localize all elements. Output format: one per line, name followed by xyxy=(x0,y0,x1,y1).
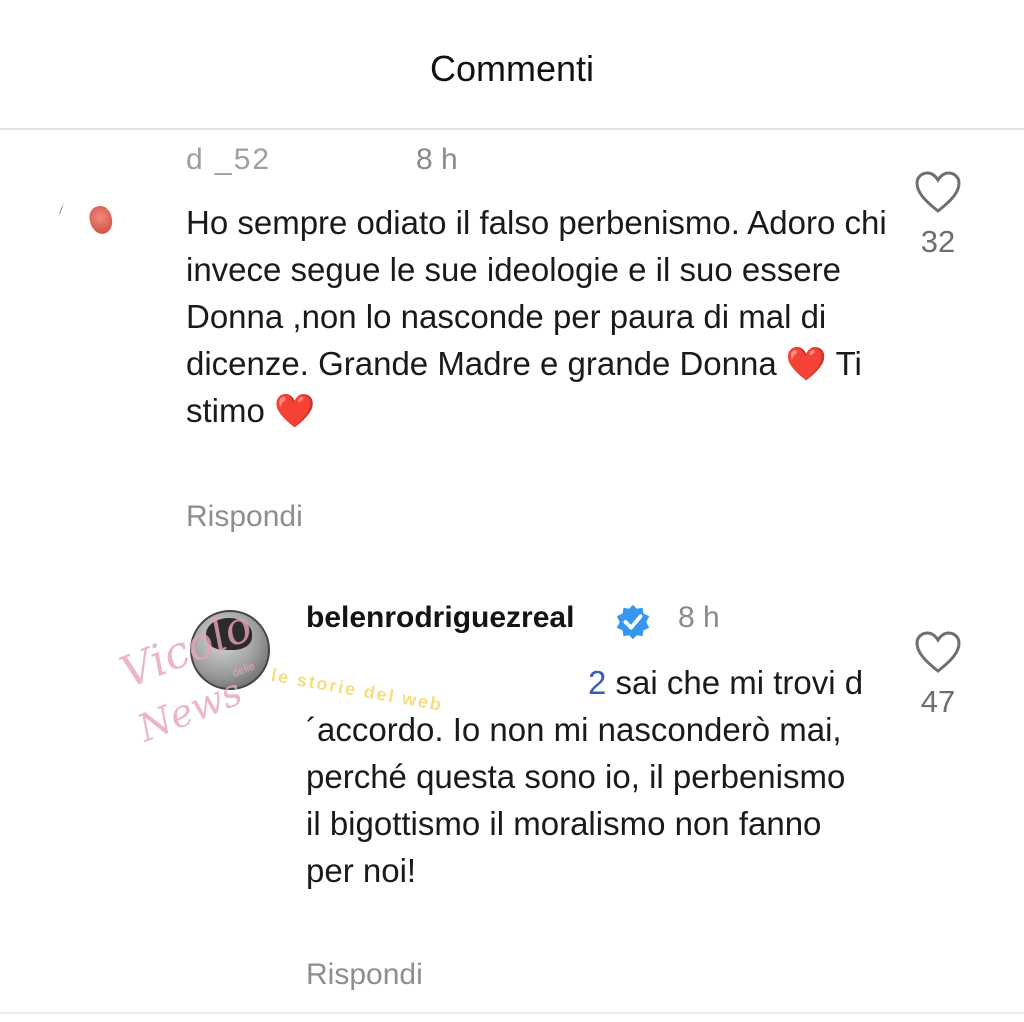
page-title: Commenti xyxy=(429,48,595,89)
verified-badge-icon xyxy=(616,604,650,640)
divider xyxy=(0,1012,1024,1014)
comment-username[interactable]: belenrodriguezreal xyxy=(306,601,574,635)
comment-body: Ho sempre odiato il falso perbenismo. Ad… xyxy=(186,204,887,382)
heart-outline-icon xyxy=(915,631,961,673)
comment-timestamp: 8 h xyxy=(678,601,720,634)
red-heart-emoji-icon: ❤️ xyxy=(274,392,316,429)
avatar[interactable] xyxy=(58,182,144,268)
red-heart-emoji-icon: ❤️ xyxy=(785,345,827,382)
reply-button[interactable]: Rispondi xyxy=(306,958,423,992)
reply-button[interactable]: Rispondi xyxy=(186,500,303,534)
mention-tail[interactable]: 2 xyxy=(588,664,606,701)
like-button[interactable]: 32 xyxy=(908,170,968,260)
comment-username[interactable]: d _52 xyxy=(186,143,271,177)
heart-outline-icon xyxy=(915,171,961,213)
comment-timestamp: 8 h xyxy=(416,143,458,176)
like-button[interactable]: 47 xyxy=(908,630,968,720)
like-count: 32 xyxy=(920,224,956,259)
comment-text: Ho sempre odiato il falso perbenismo. Ad… xyxy=(186,199,906,434)
comments-header: Commenti xyxy=(0,0,1024,130)
like-count: 47 xyxy=(920,684,956,719)
